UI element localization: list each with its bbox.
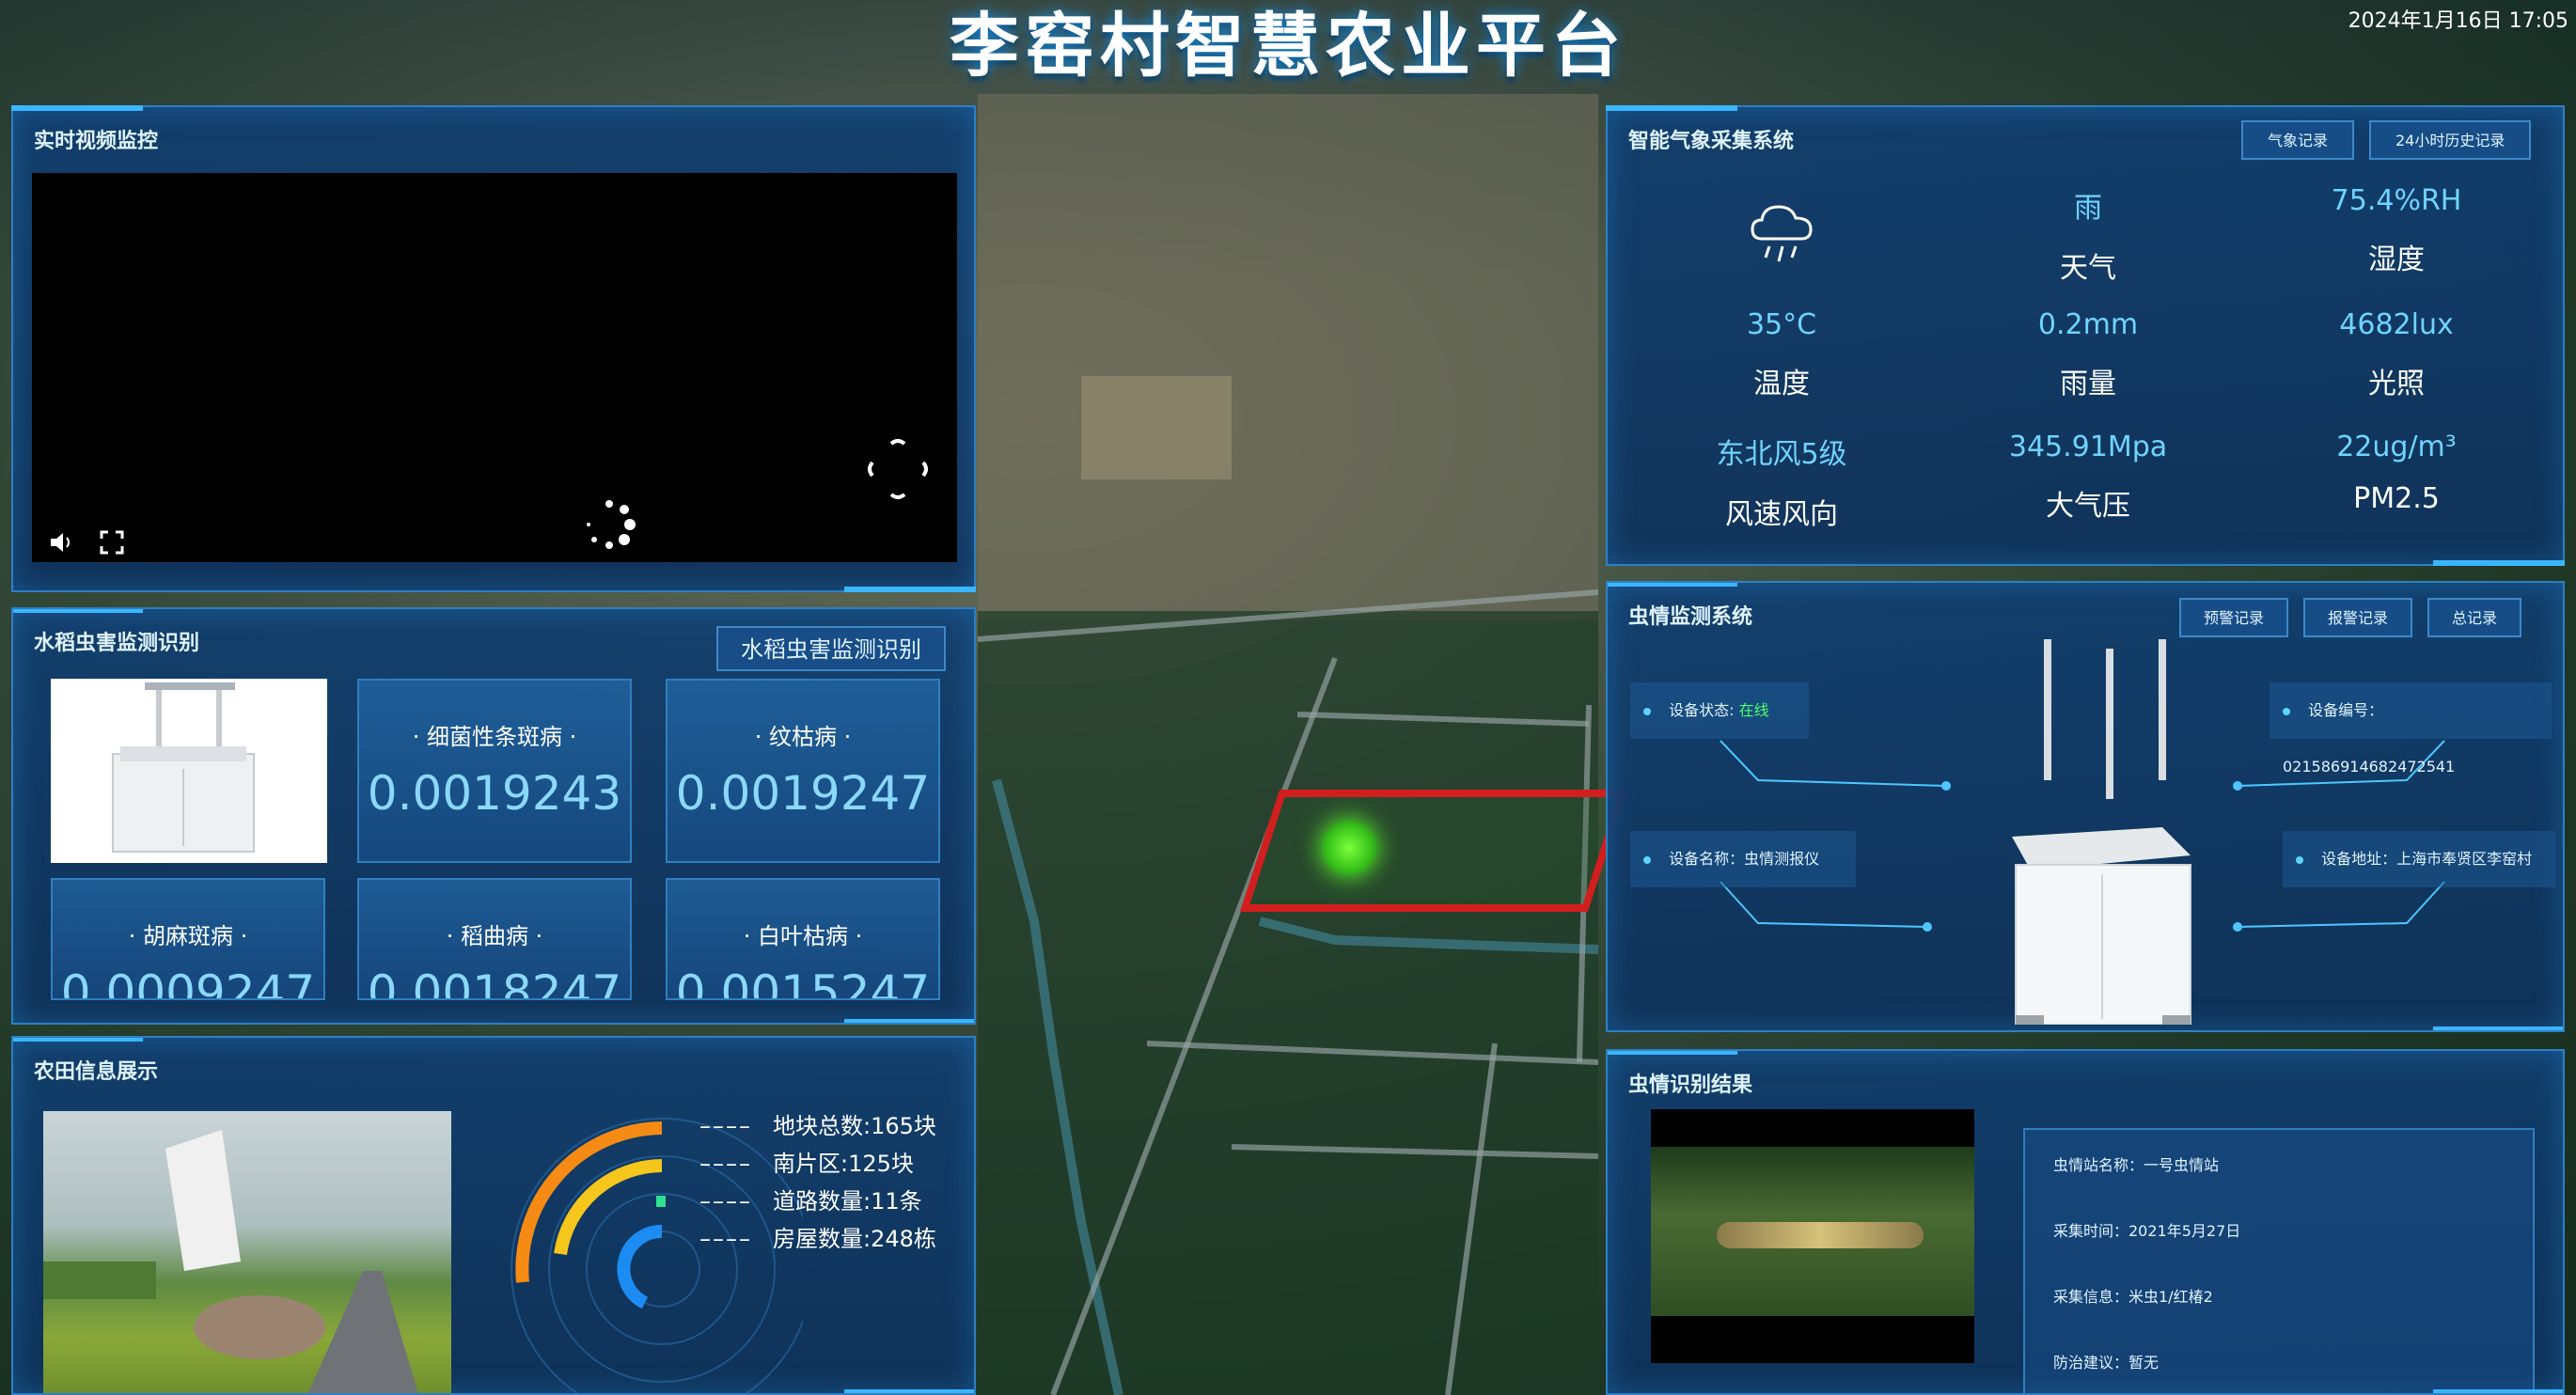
rain-cloud-icon [1745, 194, 1820, 269]
pest-monitor-panel: 虫情监测系统 预警记录 报警记录 总记录 设备状态: 在线 设备编号：02158… [1606, 581, 2565, 1032]
loading-spinner-icon [581, 496, 637, 553]
result-info: 采集信息：米虫1/红椿2 [2053, 1288, 2213, 1306]
pest-card[interactable]: · 胡麻斑病 · 0.0009247 [51, 878, 325, 1000]
weather-value: 35°C [1746, 308, 1817, 341]
status-dot-icon [1643, 856, 1651, 864]
device-status-label: 设备状态: [1669, 701, 1739, 719]
weather-value: 22ug/m³ [2336, 431, 2457, 463]
weather-key: 雨量 [2060, 368, 2116, 400]
pest-trap-device-image [1974, 639, 2209, 1026]
weather-cell: 0.2mm 雨量 [1933, 308, 2243, 401]
device-name-text: 设备名称：虫情测报仪 [1669, 850, 1820, 868]
result-station: 虫情站名称：一号虫情站 [2053, 1156, 2220, 1174]
weather-value: 0.2mm [2037, 308, 2139, 341]
pest-card[interactable]: · 细菌性条斑病 · 0.0019243 [357, 679, 632, 863]
device-number-text: 设备编号：021586914682472541 [2283, 701, 2456, 776]
ptz-control-icon[interactable] [856, 427, 940, 511]
pest-card-value: 0.0018247 [367, 965, 622, 1000]
weather-system-panel: 智能气象采集系统 气象记录 24小时历史记录 雨 天气 75.4%RH 湿度 3… [1606, 105, 2565, 566]
result-time: 采集时间：2021年5月27日 [2053, 1222, 2241, 1240]
map-location-marker[interactable] [1321, 820, 1377, 876]
history-24h-button[interactable]: 24小时历史记录 [2369, 120, 2532, 160]
weather-cell: 345.91Mpa 大气压 [1933, 431, 2243, 524]
status-dot-icon [2296, 856, 2303, 864]
panel-title: 虫情识别结果 [1628, 1074, 1753, 1097]
weather-key: 光照 [2368, 368, 2425, 400]
weather-value: 东北风5级 [1716, 438, 1847, 471]
weather-key: 湿度 [2368, 243, 2425, 276]
device-number: 设备编号：021586914682472541 [2270, 682, 2552, 776]
pest-card-label: · 白叶枯病 · [743, 923, 863, 949]
legend-text: 地块总数:165块 [773, 1113, 936, 1139]
page-title: 李窑村智慧农业平台 [950, 6, 1626, 86]
pest-capture-image[interactable] [1651, 1109, 1974, 1363]
device-status: 设备状态: 在线 [1630, 682, 1809, 739]
weather-cell: 雨 天气 [1933, 184, 2243, 286]
pest-card[interactable]: · 纹枯病 · 0.0019247 [666, 679, 940, 863]
pest-card-value: 0.0019243 [367, 766, 622, 821]
pest-card-label: · 细菌性条斑病 · [412, 724, 577, 750]
status-dot-icon [2283, 708, 2290, 715]
highlighted-field[interactable] [1239, 790, 1628, 912]
video-monitor-panel: 实时视频监控 [11, 105, 976, 592]
weather-cell: 35°C 温度 [1626, 308, 1937, 401]
pest-card[interactable]: · 白叶枯病 · 0.0015247 [666, 878, 940, 1000]
panel-title: 水稻虫害监测识别 [34, 632, 200, 655]
device-address-text: 设备地址：上海市奉贤区李窑村 [2321, 850, 2533, 868]
weather-key: 天气 [2060, 252, 2116, 285]
status-dot-icon [1643, 708, 1651, 715]
weather-cell: 东北风5级 风速风向 [1626, 431, 1937, 532]
pest-card-value: 0.0019247 [675, 766, 931, 821]
pest-identification-panel: 水稻虫害监测识别 水稻虫害监测识别 · 细菌性条斑病 · 0.0019243 ·… [11, 607, 976, 1025]
pest-result-panel: 虫情识别结果 虫情站名称：一号虫情站 采集时间：2021年5月27日 采集信息：… [1606, 1049, 2565, 1395]
pest-card-value: 0.0015247 [675, 965, 931, 1000]
farm-photo [43, 1111, 451, 1393]
legend-item: –––– 南片区:125块 [699, 1151, 914, 1177]
farm-info-panel: 农田信息展示 –––– 地块总数:165块 –––– 南片区:125块 –––– 道路… [11, 1036, 976, 1395]
panel-title: 实时视频监控 [34, 130, 159, 153]
weather-cell: 22ug/m³ PM2.5 [2241, 431, 2552, 515]
weather-value: 雨 [2074, 192, 2102, 225]
weather-value: 4682lux [2339, 308, 2454, 341]
panel-title: 智能气象采集系统 [1628, 130, 1795, 153]
legend-text: 南片区:125块 [773, 1151, 914, 1177]
legend-text: 道路数量:11条 [773, 1188, 922, 1215]
panel-title: 农田信息展示 [34, 1060, 159, 1084]
weather-cell: 75.4%RH 湿度 [2241, 184, 2552, 277]
weather-key: 温度 [1753, 368, 1810, 400]
weather-cell: 4682lux 光照 [2241, 308, 2552, 401]
pest-card-value: 0.0009247 [60, 965, 316, 1000]
weather-key: 大气压 [2046, 490, 2130, 523]
device-status-value: 在线 [1738, 701, 1769, 719]
legend-item: –––– 道路数量:11条 [699, 1188, 922, 1215]
volume-icon[interactable] [47, 528, 75, 556]
pest-card-label: · 稻曲病 · [446, 923, 543, 949]
legend-item: –––– 房屋数量:248栋 [699, 1226, 936, 1252]
result-advice: 防治建议：暂无 [2053, 1354, 2160, 1371]
weather-value: 75.4%RH [2331, 184, 2462, 217]
weather-value: 345.91Mpa [2008, 431, 2168, 463]
weather-key: PM2.5 [2353, 482, 2440, 515]
legend-item: –––– 地块总数:165块 [699, 1113, 936, 1139]
weather-key: 风速风向 [1725, 498, 1838, 531]
trap-device-image [51, 679, 327, 863]
pest-card[interactable]: · 稻曲病 · 0.0018247 [357, 878, 632, 1000]
device-address: 设备地址：上海市奉贤区李窑村 [2283, 831, 2555, 887]
device-name: 设备名称：虫情测报仪 [1630, 831, 1856, 887]
fullscreen-icon[interactable] [98, 528, 126, 556]
video-player[interactable] [32, 173, 957, 562]
pest-card-label: · 胡麻斑病 · [128, 923, 248, 949]
legend-text: 房屋数量:248栋 [773, 1226, 936, 1252]
pest-card-label: · 纹枯病 · [754, 724, 852, 750]
datetime-display: 2024年1月16日 17:05 [2348, 9, 2568, 33]
pest-result-info-box: 虫情站名称：一号虫情站 采集时间：2021年5月27日 采集信息：米虫1/红椿2… [2023, 1128, 2535, 1393]
weather-record-button[interactable]: 气象记录 [2241, 120, 2355, 160]
pest-monitor-button[interactable]: 水稻虫害监测识别 [716, 626, 946, 671]
